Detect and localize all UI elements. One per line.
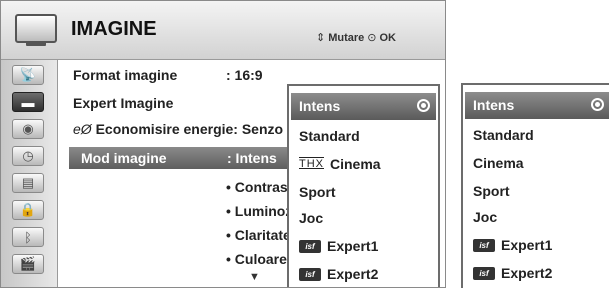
mode-dropdown: Intens Standard THX Cinema Sport Joc isf… (287, 84, 440, 287)
dropdown-item-expert1[interactable]: isf Expert1 (299, 238, 378, 254)
dropdown-alt-item-standard[interactable]: Standard (473, 127, 534, 143)
dropdown-alt-item-joc[interactable]: Joc (473, 209, 497, 225)
dropdown-item-expert2[interactable]: isf Expert2 (299, 266, 378, 282)
format-value: : 16:9 (226, 67, 263, 83)
dpad-icon: ⇕ (316, 32, 326, 44)
hint-ok-label: OK (379, 31, 397, 44)
energy-row[interactable]: eØ Economisire energie: Senzo (73, 121, 283, 137)
menu-title: IMAGINE (71, 18, 157, 40)
ok-button-icon: ⊙ (367, 32, 377, 44)
isf-logo-icon: isf (473, 238, 495, 252)
format-row[interactable]: Format imagine : 16:9 (73, 67, 263, 83)
eco-icon: eØ (73, 121, 92, 137)
navigation-hint: ⇕ Mutare ⊙ OK (316, 31, 397, 45)
sub-item-culoare[interactable]: • Culoare (226, 251, 287, 267)
cinema-label: Cinema (330, 156, 381, 172)
isf-logo-icon: isf (473, 266, 495, 280)
mode-label: Mod imagine (81, 150, 167, 166)
dropdown-item-cinema[interactable]: THX Cinema (299, 156, 381, 172)
selected-label: Intens (473, 97, 515, 113)
selected-label: Intens (299, 98, 341, 114)
expert2-label: Expert2 (501, 265, 553, 281)
lock-icon[interactable]: 🔒 (12, 200, 44, 220)
mode-dropdown-alt: Intens Standard Cinema Sport Joc isf Exp… (461, 83, 609, 288)
calendar-icon[interactable]: ▤ (12, 173, 44, 193)
dropdown-alt-selected-item[interactable]: Intens (465, 92, 609, 119)
menu-header: IMAGINE ⇕ Mutare ⊙ OK (1, 1, 445, 60)
scroll-down-icon[interactable]: ▼ (249, 271, 260, 283)
isf-logo-icon: isf (299, 239, 321, 253)
expert1-label: Expert1 (327, 238, 379, 254)
media-icon[interactable]: 🎬 (12, 254, 44, 274)
thx-logo-icon: THX (299, 158, 324, 170)
sub-item-contrast[interactable]: • Contrast (226, 179, 292, 195)
hint-move-label: Mutare (328, 31, 365, 44)
dropdown-alt-item-sport[interactable]: Sport (473, 183, 510, 199)
radio-selected-icon (591, 98, 604, 111)
tv-icon (15, 14, 57, 43)
settings-panel: IMAGINE ⇕ Mutare ⊙ OK 📡 ▬ ◉ ◷ ▤ 🔒 ᛒ 🎬 Fo… (0, 0, 446, 288)
sub-item-luminoz[interactable]: • Luminoz (226, 203, 292, 219)
dropdown-alt-item-cinema[interactable]: Cinema (473, 155, 524, 171)
speaker-icon[interactable]: ◉ (12, 119, 44, 139)
sidebar: 📡 ▬ ◉ ◷ ▤ 🔒 ᛒ 🎬 (1, 60, 58, 287)
format-label: Format imagine (73, 67, 178, 83)
clock-icon[interactable]: ◷ (12, 146, 44, 166)
dropdown-item-standard[interactable]: Standard (299, 128, 360, 144)
radio-selected-icon (417, 99, 430, 112)
mode-row[interactable]: Mod imagine : Intens (69, 147, 309, 169)
expert1-label: Expert1 (501, 237, 553, 253)
tv-picture-icon[interactable]: ▬ (12, 92, 44, 112)
dropdown-alt-item-expert2[interactable]: isf Expert2 (473, 265, 552, 281)
dropdown-selected-item[interactable]: Intens (291, 93, 436, 120)
expert2-label: Expert2 (327, 266, 379, 282)
isf-logo-icon: isf (299, 267, 321, 281)
bluetooth-icon[interactable]: ᛒ (12, 227, 44, 247)
expert-row[interactable]: Expert Imagine (73, 95, 173, 111)
mode-value: : Intens (227, 150, 277, 166)
tv-stand-icon (26, 42, 46, 46)
dropdown-item-joc[interactable]: Joc (299, 210, 323, 226)
satellite-icon[interactable]: 📡 (12, 65, 44, 85)
dropdown-item-sport[interactable]: Sport (299, 184, 336, 200)
dropdown-alt-item-expert1[interactable]: isf Expert1 (473, 237, 552, 253)
sub-item-claritate[interactable]: • Claritate (226, 227, 291, 243)
energy-label: Economisire energie: Senzo (95, 121, 284, 137)
